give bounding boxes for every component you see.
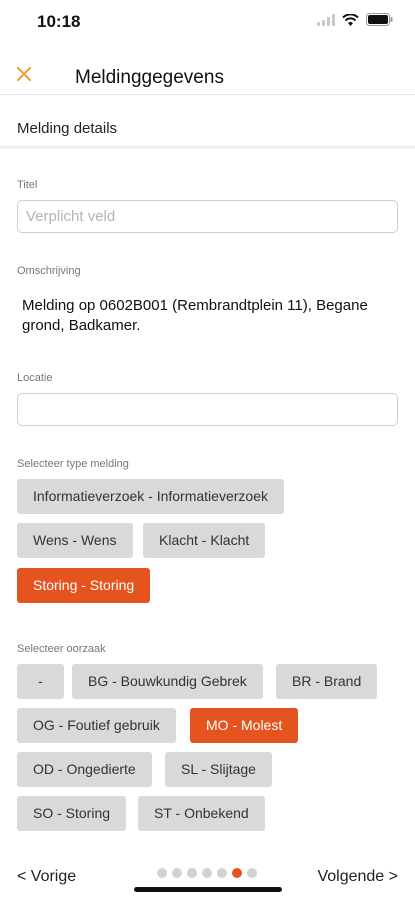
page-dot xyxy=(187,868,197,878)
page-dot xyxy=(157,868,167,878)
type-label: Selecteer type melding xyxy=(17,458,129,470)
type-chip-wens[interactable]: Wens - Wens xyxy=(17,523,133,558)
page-dot xyxy=(202,868,212,878)
close-icon xyxy=(16,66,32,82)
page-dot xyxy=(217,868,227,878)
cause-chip-og[interactable]: OG - Foutief gebruik xyxy=(17,708,176,743)
page-dot xyxy=(172,868,182,878)
page-dot xyxy=(247,868,257,878)
home-indicator xyxy=(134,887,282,892)
type-chip-storing[interactable]: Storing - Storing xyxy=(17,568,151,603)
cause-chip-od[interactable]: OD - Ongedierte xyxy=(17,752,152,787)
battery-icon xyxy=(366,13,393,26)
wifi-icon xyxy=(342,13,359,26)
section-title: Melding details xyxy=(17,120,118,137)
cause-label: Selecteer oorzaak xyxy=(17,643,106,655)
location-input[interactable] xyxy=(17,393,398,426)
cause-chip-bg[interactable]: BG - Bouwkundig Gebrek xyxy=(72,664,263,699)
status-time: 10:18 xyxy=(37,12,81,31)
next-button[interactable]: Volgende > xyxy=(317,868,398,886)
cause-chip-br[interactable]: BR - Brand xyxy=(276,664,378,699)
page-indicator xyxy=(157,868,257,878)
description-text: Melding op 0602B001 (Rembrandtplein 11),… xyxy=(22,297,368,334)
cause-chip-sl[interactable]: SL - Slijtage xyxy=(165,752,272,787)
footer-nav: < Vorige Volgende > xyxy=(0,860,415,900)
title-input[interactable] xyxy=(17,200,398,233)
close-button[interactable] xyxy=(14,62,36,84)
status-bar: 10:18 xyxy=(0,0,415,46)
signal-icon xyxy=(317,13,335,26)
prev-button[interactable]: < Vorige xyxy=(17,868,76,886)
type-chip-klacht[interactable]: Klacht - Klacht xyxy=(143,523,266,558)
page-dot-active xyxy=(232,868,242,878)
location-label: Locatie xyxy=(17,372,53,384)
section-header: Melding details xyxy=(0,104,415,147)
page-title: Meldinggegevens xyxy=(75,67,224,88)
cause-chip-so[interactable]: SO - Storing xyxy=(17,796,127,831)
type-chip-informatieverzoek[interactable]: Informatieverzoek - Informatieverzoek xyxy=(17,479,284,514)
title-label: Titel xyxy=(17,179,38,191)
cause-chip-mo[interactable]: MO - Molest xyxy=(190,708,299,743)
description-label: Omschrijving xyxy=(17,265,81,277)
nav-bar: Meldinggegevens xyxy=(0,50,415,95)
cause-chip-none[interactable]: - xyxy=(17,664,64,699)
status-icons xyxy=(317,13,393,26)
cause-chip-st[interactable]: ST - Onbekend xyxy=(138,796,265,831)
